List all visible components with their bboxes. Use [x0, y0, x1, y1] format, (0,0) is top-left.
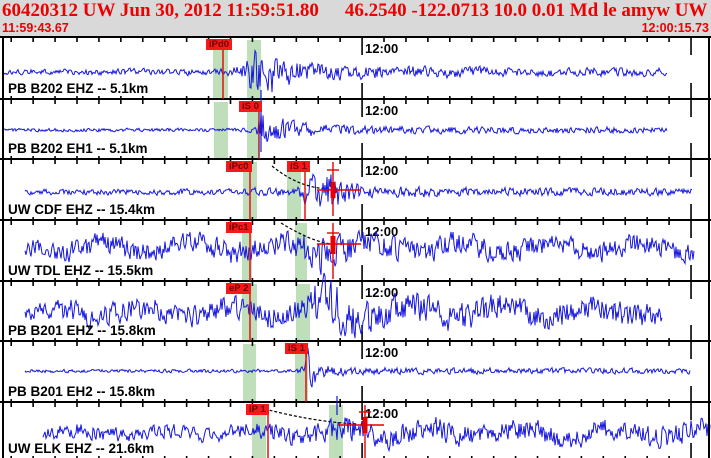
pick-flag[interactable]: iPc0 [226, 161, 252, 172]
station-label: PB B201 EH2 -- 15.8km [8, 384, 156, 399]
event-title-row: 60420312 UW Jun 30, 2012 11:59:51.80 46.… [0, 0, 711, 22]
window-time-row: 11:59:43.67 12:00:15.73 [0, 21, 711, 35]
coda-duration-marker[interactable] [317, 223, 361, 279]
pick-flag[interactable]: iPc1 [226, 222, 252, 233]
pick-flag[interactable]: eP 2 [226, 283, 252, 294]
window-start-time: 11:59:43.67 [2, 21, 69, 35]
station-label: PB B201 EHZ -- 15.8km [8, 323, 156, 338]
station-label: UW ELK EHZ -- 21.6km [8, 441, 155, 456]
waveform-panel[interactable]: 12:00 iPc1 UW TDL EHZ -- 15.5km [0, 219, 711, 282]
pick-flag[interactable]: iP 1 [246, 404, 269, 415]
pick-flag[interactable]: iPd0 [206, 39, 233, 50]
event-id-datetime: 60420312 UW Jun 30, 2012 11:59:51.80 [2, 0, 319, 21]
plot-right-border [708, 36, 710, 458]
pick-flag[interactable]: iS 1 [285, 343, 308, 354]
waveform-panel[interactable]: 12:00 eP 2 PB B201 EHZ -- 15.8km [0, 272, 711, 342]
coda-duration-marker[interactable] [338, 405, 384, 458]
waveform-panel[interactable]: 12:00 iS 1 PB B201 EH2 -- 15.8km [0, 340, 711, 403]
event-header: 60420312 UW Jun 30, 2012 11:59:51.80 46.… [0, 0, 711, 36]
station-label: PB B202 EHZ -- 5.1km [8, 81, 149, 96]
pick-flag[interactable]: iS 0 [239, 101, 262, 112]
waveform-panel[interactable]: 12:00 iPd0 PB B202 EHZ -- 5.1km [0, 36, 711, 100]
waveform-panel[interactable]: 12:00 iP 1 UW ELK EHZ -- 21.6km [0, 396, 711, 458]
station-label: UW TDL EHZ -- 15.5km [8, 263, 154, 278]
waveform-panel[interactable]: 12:00 iS 0 PB B202 EH1 -- 5.1km [0, 90, 711, 160]
waveform-panel[interactable]: 12:00 iPc0 iS 1 UW CDF EHZ -- 15.4km [0, 158, 711, 221]
event-location-magnitude: 46.2540 -122.0713 10.0 0.01 Md le amyw U… [344, 0, 711, 21]
station-label: PB B202 EH1 -- 5.1km [8, 141, 148, 156]
plot-left-border [2, 36, 4, 458]
station-label: UW CDF EHZ -- 15.4km [8, 202, 156, 217]
pick-flag[interactable]: iS 1 [287, 161, 310, 172]
seismogram-viewer: 60420312 UW Jun 30, 2012 11:59:51.80 46.… [0, 0, 711, 458]
window-end-time: 12:00:15.73 [641, 21, 709, 35]
coda-duration-marker[interactable] [317, 162, 361, 216]
